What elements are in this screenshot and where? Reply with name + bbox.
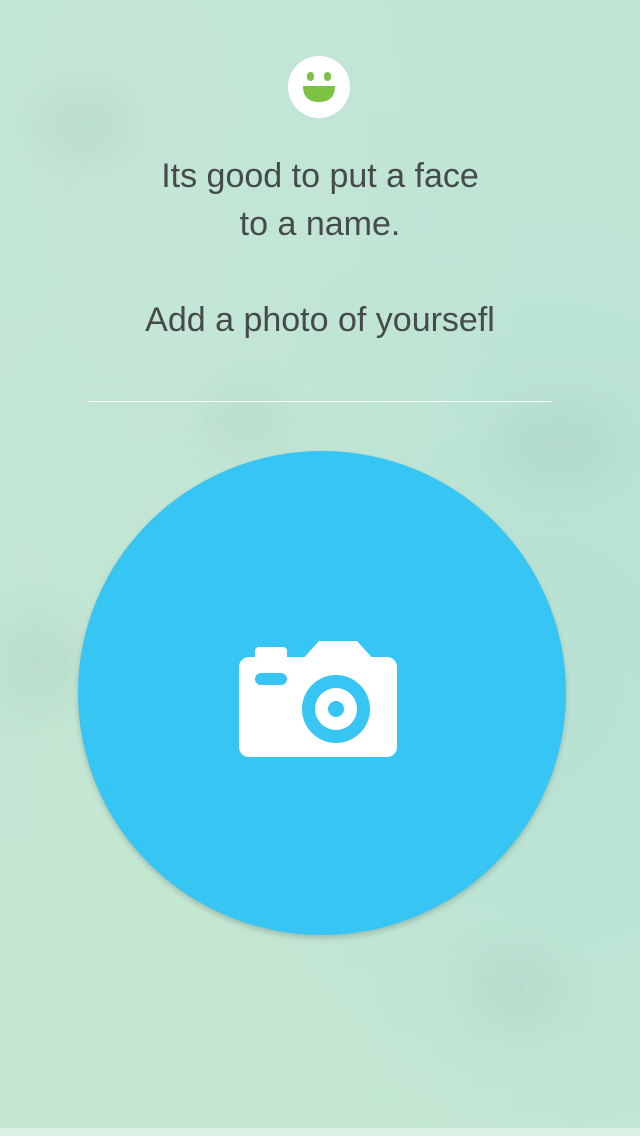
background-blur xyxy=(500,400,620,490)
background-blur xyxy=(40,90,130,160)
add-photo-prompt: Add a photo of yoursefl xyxy=(145,301,495,339)
headline-line-2: to a name. xyxy=(239,205,401,243)
background-blur xyxy=(470,950,560,1030)
headline-line-1: Its good to put a face xyxy=(161,157,479,195)
bottom-edge xyxy=(0,1128,640,1136)
background-blur xyxy=(0,620,80,710)
background-blur xyxy=(210,390,280,450)
smiley-face-icon xyxy=(288,56,350,118)
headline: Its good to put a face to a name. xyxy=(60,152,580,248)
camera-icon xyxy=(239,641,397,757)
divider xyxy=(88,401,552,402)
add-photo-button[interactable] xyxy=(78,451,566,935)
onboarding-screen: Its good to put a face to a name. Add a … xyxy=(0,0,640,1136)
